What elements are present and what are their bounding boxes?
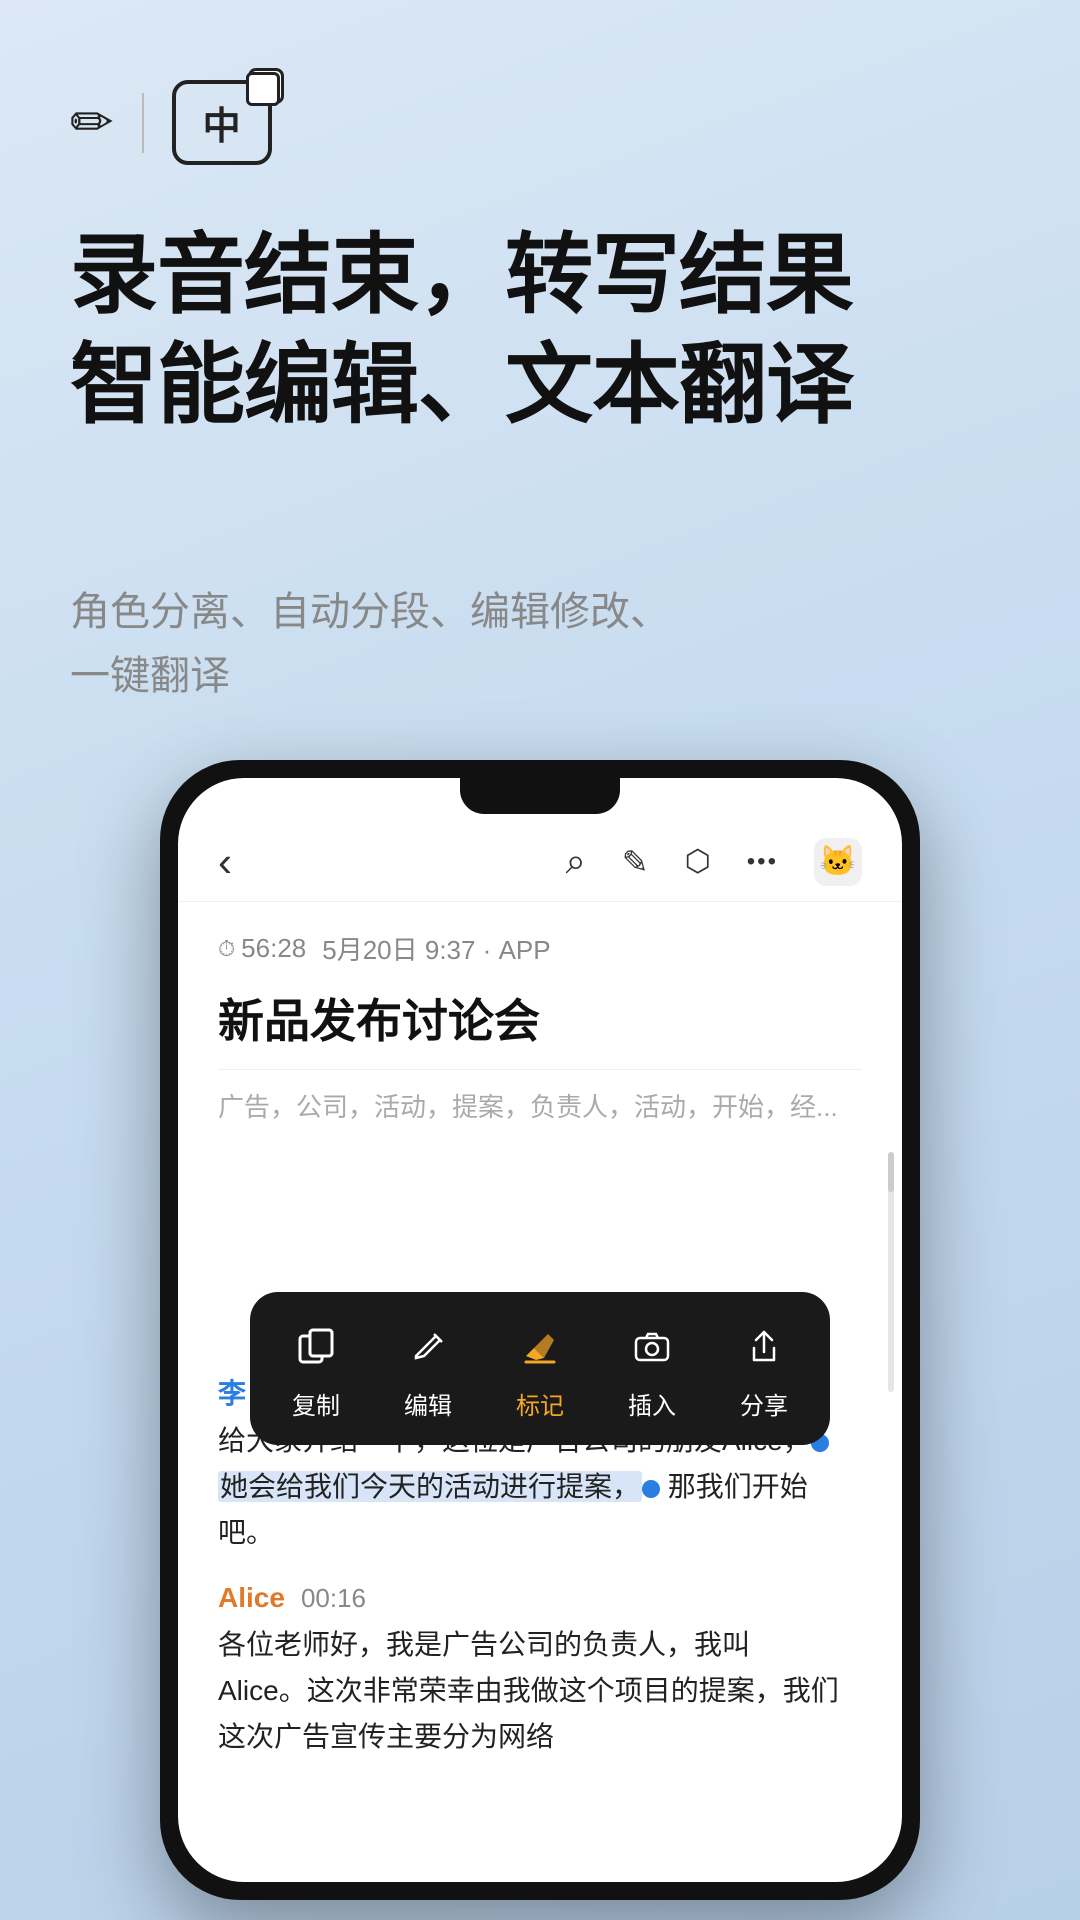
subtext-block: 角色分离、自动分段、编辑修改、 一键翻译 xyxy=(70,580,1010,708)
translate-icon-label: 中 xyxy=(203,95,241,150)
pencil-icon: ✏ xyxy=(70,93,114,153)
camera-icon xyxy=(632,1326,672,1376)
app-topbar: ‹ ⌕ ✎ ⬡ ••• 🐱 xyxy=(178,822,902,902)
recording-date: 5月20日 9:37 · APP xyxy=(322,930,550,967)
top-toolbar: ✏ 中 A xyxy=(70,80,272,165)
content-meta: ⏱ 56:28 5月20日 9:37 · APP xyxy=(178,902,902,977)
phone-notch xyxy=(460,778,620,814)
headline-line1: 录音结束，转写结果 xyxy=(70,225,853,324)
highlight-label: 标记 xyxy=(516,1386,564,1421)
share-label: 分享 xyxy=(740,1386,788,1421)
toolbar-divider xyxy=(142,93,144,153)
popup-highlight[interactable]: 标记 xyxy=(484,1318,596,1429)
share-icon-popup xyxy=(744,1326,784,1376)
speaker1-name: 李 xyxy=(218,1378,246,1409)
phone-frame: ‹ ⌕ ✎ ⬡ ••• 🐱 ⏱ 56:28 xyxy=(160,760,920,1900)
popup-copy[interactable]: 复制 xyxy=(260,1318,372,1429)
transcript-speaker2: Alice 00:16 各位老师好，我是广告公司的负责人，我叫 Alice。这次… xyxy=(218,1582,842,1761)
text-action-popup: 复制 编辑 xyxy=(250,1292,830,1445)
highlight-icon xyxy=(520,1326,560,1376)
avatar-icon[interactable]: 🐱 xyxy=(814,838,862,886)
phone-mockup: ‹ ⌕ ✎ ⬡ ••• 🐱 ⏱ 56:28 xyxy=(160,760,920,1900)
topbar-right-icons: ⌕ ✎ ⬡ ••• 🐱 xyxy=(566,838,862,886)
app-content: ⏱ 56:28 5月20日 9:37 · APP 新品发布讨论会 广告，公司，活… xyxy=(178,902,902,1882)
headline-block: 录音结束，转写结果 智能编辑、文本翻译 xyxy=(70,220,1010,440)
insert-label: 插入 xyxy=(628,1386,676,1421)
translate-overlay: A xyxy=(248,68,284,104)
recording-duration: ⏱ 56:28 xyxy=(218,933,306,964)
edit-label: 编辑 xyxy=(404,1386,452,1421)
subtext-line2: 一键翻译 xyxy=(70,654,230,698)
search-icon[interactable]: ⌕ xyxy=(566,840,586,883)
popup-share[interactable]: 分享 xyxy=(708,1318,820,1429)
popup-edit[interactable]: 编辑 xyxy=(372,1318,484,1429)
edit-icon[interactable]: ✎ xyxy=(622,843,649,881)
edit-icon-popup xyxy=(408,1326,448,1376)
subtext-line1: 角色分离、自动分段、编辑修改、 xyxy=(70,590,670,634)
speaker1-text-highlighted: 她会给我们今天的活动进行提案， xyxy=(218,1471,642,1502)
scrollbar-thumb xyxy=(888,1152,894,1192)
back-button[interactable]: ‹ xyxy=(218,838,232,886)
scrollbar[interactable] xyxy=(888,1152,894,1392)
copy-label: 复制 xyxy=(292,1386,340,1421)
cursor-right xyxy=(642,1480,660,1498)
tags-line: 广告，公司，活动，提案，负责人，活动，开始，经... xyxy=(178,1070,902,1145)
speaker2-name: Alice xyxy=(218,1582,285,1614)
avatar-emoji: 🐱 xyxy=(819,844,856,879)
note-title: 新品发布讨论会 xyxy=(178,977,902,1069)
copy-icon xyxy=(296,1326,336,1376)
phone-screen: ‹ ⌕ ✎ ⬡ ••• 🐱 ⏱ 56:28 xyxy=(178,778,902,1882)
headline-line2: 智能编辑、文本翻译 xyxy=(70,335,853,434)
translate-icon[interactable]: 中 A xyxy=(172,80,272,165)
popup-insert[interactable]: 插入 xyxy=(596,1318,708,1429)
speaker2-time: 00:16 xyxy=(301,1583,366,1614)
share-icon[interactable]: ⬡ xyxy=(685,844,711,879)
speaker2-text: 各位老师好，我是广告公司的负责人，我叫 Alice。这次非常荣幸由我做这个项目的… xyxy=(218,1622,842,1761)
more-icon[interactable]: ••• xyxy=(747,848,778,876)
